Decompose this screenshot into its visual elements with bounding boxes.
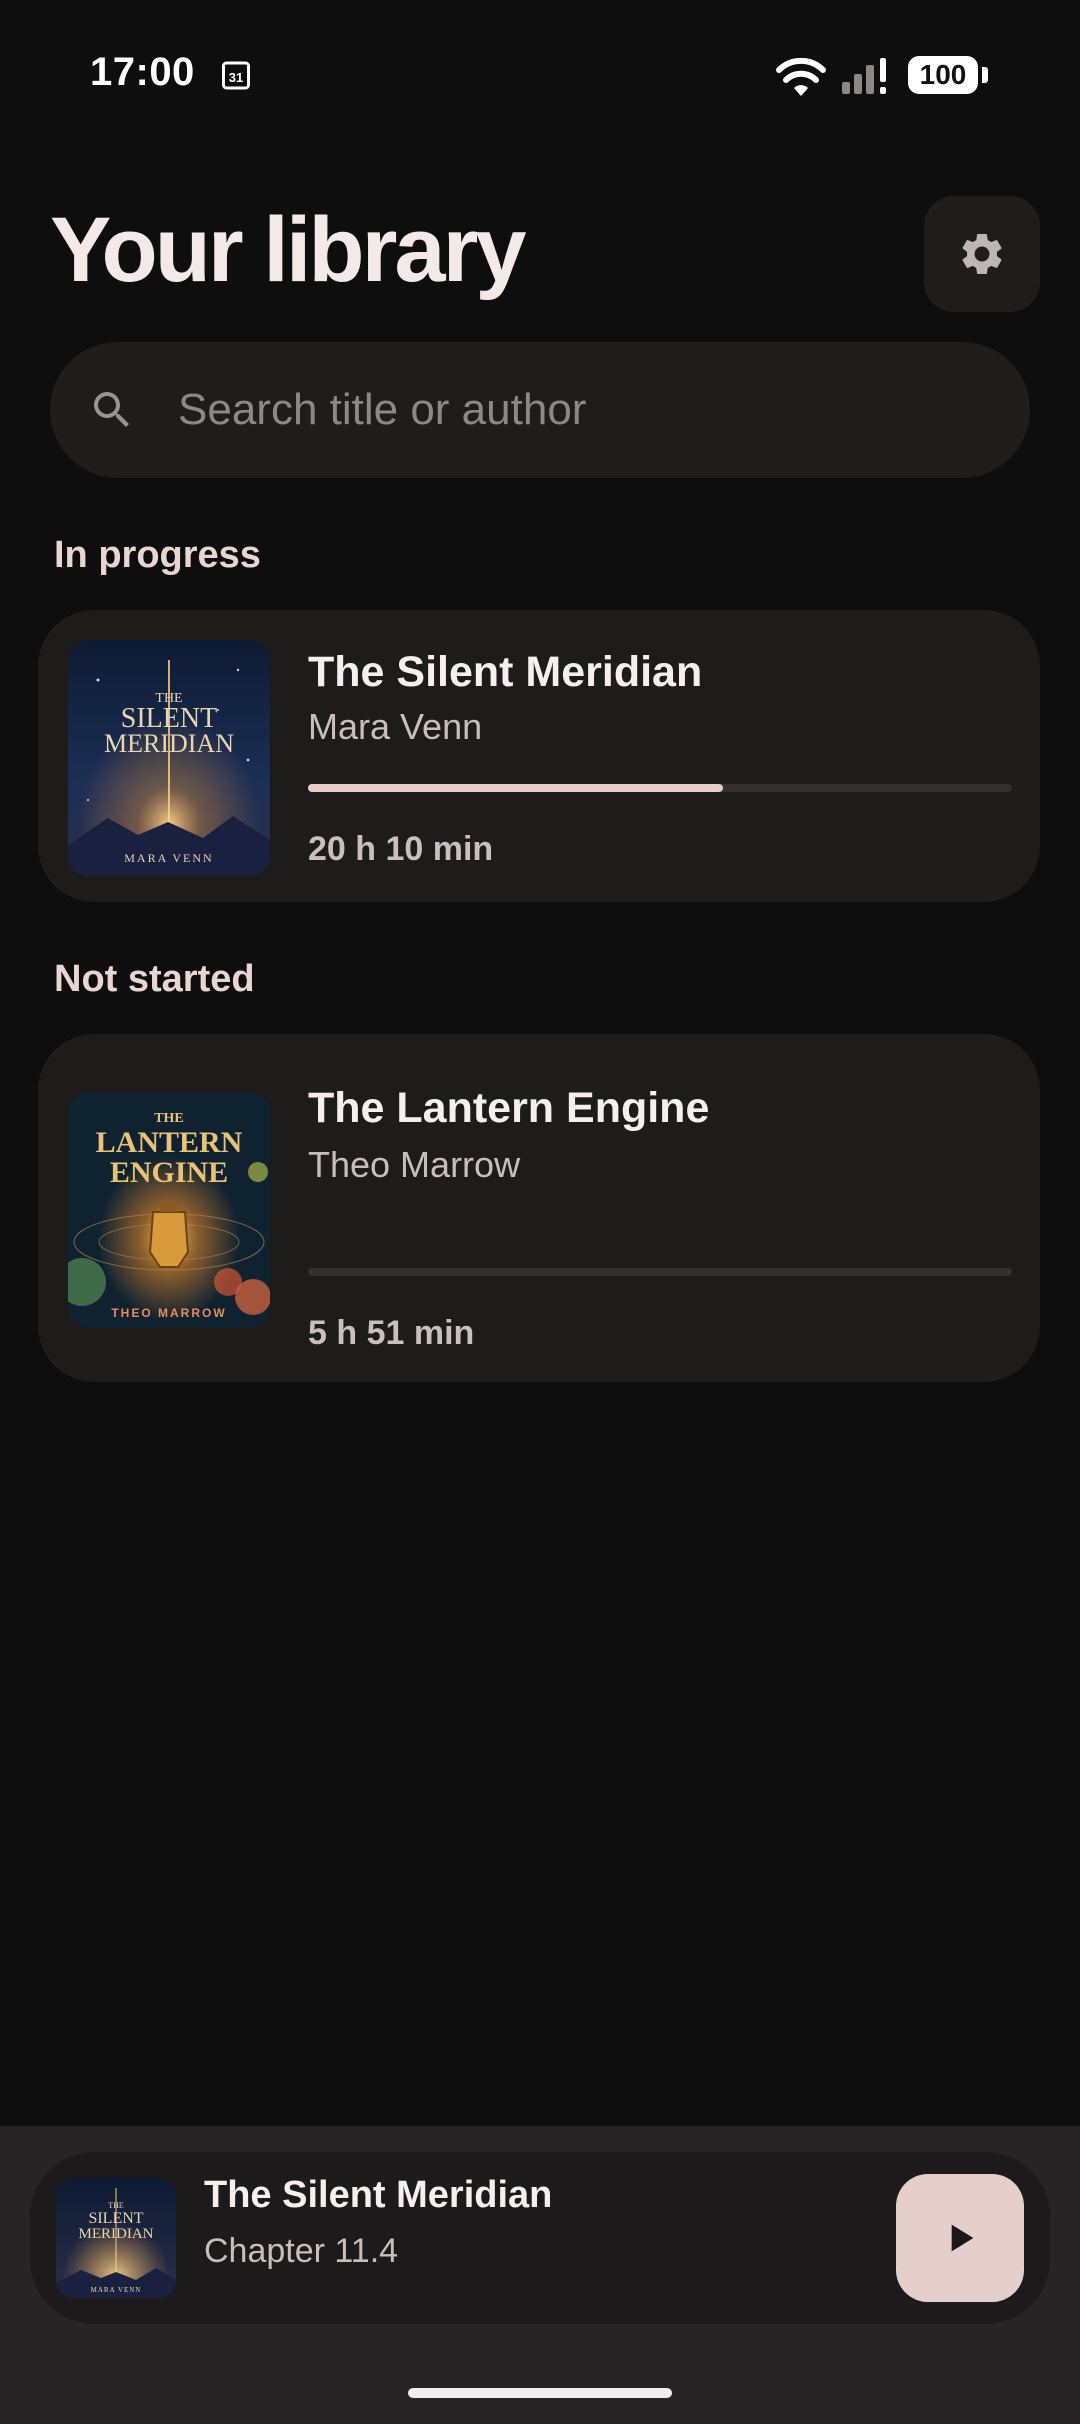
book-author: Mara Venn — [308, 706, 483, 747]
search-icon — [94, 392, 129, 427]
battery-level: 100 — [908, 56, 978, 94]
cover-line-1: THE — [108, 2201, 124, 2210]
cover-line-3: ENGINE — [110, 1156, 228, 1189]
play-button[interactable] — [896, 2174, 1024, 2302]
cover-line-2: LANTERN — [96, 1126, 243, 1159]
cover-line-1: THE — [154, 1111, 184, 1126]
battery-icon: 100 — [908, 56, 988, 96]
gear-icon — [962, 234, 1002, 274]
cover-author: MARA VENN — [91, 2286, 142, 2294]
search-input[interactable] — [176, 384, 1030, 436]
section-header-in-progress: In progress — [54, 534, 261, 576]
calendar-day: 31 — [229, 70, 243, 85]
book-card-lantern-engine[interactable]: THE LANTERN ENGINE THEO MARROW The Lante… — [38, 1034, 1040, 1382]
cover-author: THEO MARROW — [111, 1306, 226, 1320]
play-icon — [951, 2224, 974, 2252]
status-bar: 17:00 31 100 — [0, 0, 1080, 150]
progress-bar — [308, 784, 1012, 792]
calendar-icon: 31 — [222, 61, 250, 90]
signal-icon — [842, 58, 886, 94]
wifi-icon — [776, 57, 826, 96]
book-duration: 20 h 10 min — [308, 830, 494, 868]
cover-author: MARA VENN — [124, 851, 213, 865]
mini-player[interactable]: THE SILENT MERIDIAN MARA VENN The Silent… — [30, 2152, 1050, 2324]
section-header-not-started: Not started — [54, 958, 255, 1000]
cover-line-3: MERIDIAN — [79, 2226, 154, 2242]
cover-line-2: SILENT — [88, 2210, 143, 2227]
progress-fill — [308, 784, 724, 792]
settings-button[interactable] — [924, 196, 1040, 312]
mini-player-title: The Silent Meridian — [204, 2174, 553, 2216]
book-title: The Silent Meridian — [308, 648, 703, 696]
book-cover: THE LANTERN ENGINE THEO MARROW — [68, 1092, 270, 1328]
progress-bar — [308, 1268, 1012, 1276]
book-title: The Lantern Engine — [308, 1084, 710, 1132]
mini-player-cover: THE SILENT MERIDIAN MARA VENN — [56, 2178, 176, 2298]
book-duration: 5 h 51 min — [308, 1314, 475, 1352]
book-card-silent-meridian[interactable]: THE SILENT MERIDIAN MARA VENN The Silent… — [38, 610, 1040, 902]
mini-player-chapter: Chapter 11.4 — [204, 2232, 399, 2270]
status-time: 17:00 — [90, 50, 195, 94]
home-indicator[interactable] — [408, 2388, 672, 2398]
book-cover: THE SILENT MERIDIAN MARA VENN — [68, 640, 270, 876]
page-title: Your library — [50, 199, 527, 301]
search-bar[interactable] — [50, 342, 1030, 478]
cover-line-3: MERIDIAN — [104, 729, 234, 758]
book-author: Theo Marrow — [308, 1144, 521, 1185]
